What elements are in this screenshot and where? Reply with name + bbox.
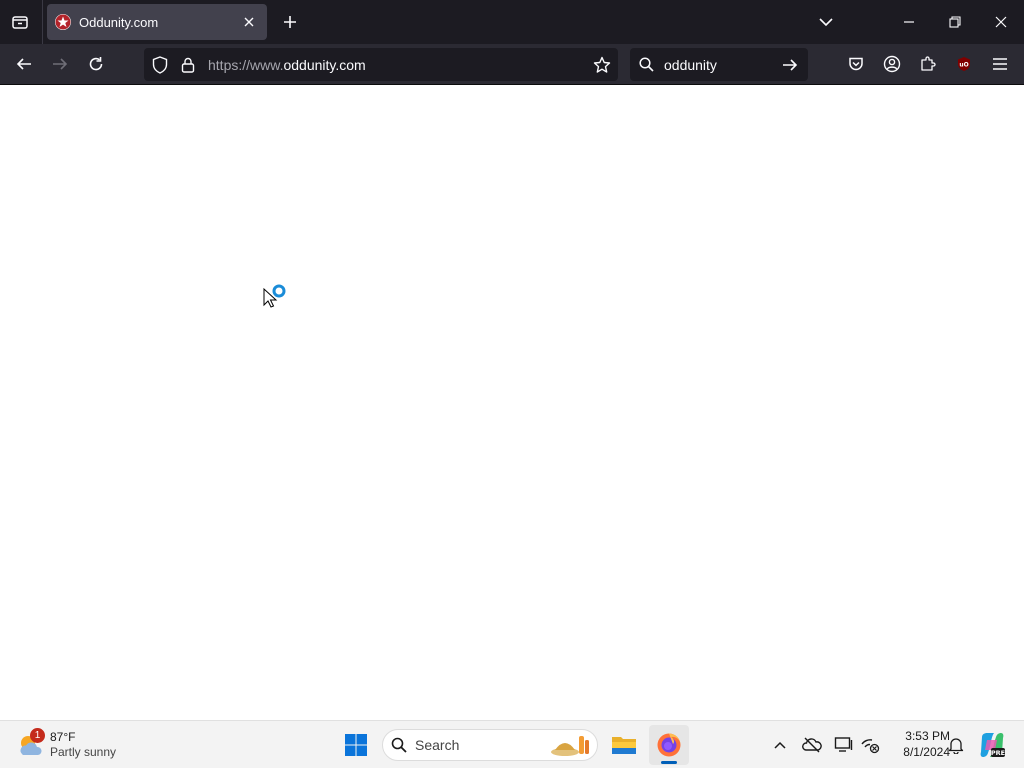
plus-icon (284, 16, 296, 28)
ublock-origin-button[interactable]: uO (948, 48, 980, 80)
url-bar[interactable]: https://www.oddunity.com (144, 48, 618, 81)
search-engine-button[interactable] (632, 48, 660, 81)
weather-description: Partly sunny (50, 745, 117, 759)
windows-start-icon (345, 734, 367, 756)
back-button[interactable] (8, 48, 40, 80)
search-go-button[interactable] (776, 48, 804, 81)
oddunity-favicon-icon (55, 14, 71, 30)
ublock-icon: uO (958, 57, 970, 71)
star-icon (593, 56, 611, 73)
file-explorer-button[interactable] (604, 725, 644, 765)
tab-list-button[interactable] (4, 6, 36, 38)
onedrive-tray-button[interactable] (800, 733, 824, 757)
page-content[interactable] (0, 85, 1024, 720)
search-highlight-icon (551, 736, 589, 756)
cloud-offline-icon (802, 737, 822, 753)
bookmark-star-button[interactable] (588, 48, 616, 81)
menu-icon (993, 58, 1007, 70)
display-tray-button[interactable] (832, 733, 856, 757)
extensions-button[interactable] (912, 48, 944, 80)
search-bar[interactable]: oddunity (630, 48, 808, 81)
forward-arrow-icon (53, 58, 68, 70)
search-icon (391, 737, 407, 753)
restore-icon (949, 16, 961, 28)
start-button[interactable] (336, 725, 376, 765)
shield-icon (152, 55, 168, 74)
account-button[interactable] (876, 48, 908, 80)
minimize-icon (904, 21, 914, 23)
firefox-taskbar-button[interactable] (649, 725, 689, 765)
tracking-protection-button[interactable] (146, 48, 174, 81)
svg-text:PRE: PRE (991, 749, 1005, 757)
close-icon (244, 17, 254, 27)
tab-strip: Oddunity.com (0, 0, 1024, 44)
reload-icon (89, 57, 103, 71)
navigation-toolbar: https://www.oddunity.com oddunity uO (0, 44, 1024, 85)
app-menu-button[interactable] (984, 48, 1016, 80)
tab-title: Oddunity.com (79, 14, 159, 30)
minimize-button[interactable] (886, 0, 932, 44)
taskbar-search[interactable]: Search (382, 729, 598, 761)
firefox-icon (657, 733, 681, 757)
search-icon (638, 57, 654, 72)
partly-sunny-icon: 1 (16, 728, 46, 760)
new-tab-button[interactable] (274, 6, 306, 38)
tab-oddunity[interactable]: Oddunity.com (47, 4, 267, 40)
notifications-button[interactable] (944, 733, 968, 757)
arrow-right-icon (783, 58, 798, 71)
list-all-tabs-button[interactable] (803, 0, 849, 44)
network-tray-button[interactable] (858, 733, 882, 757)
url-domain: oddunity.com (283, 56, 366, 73)
clock-date: 8/1/2024 (903, 745, 950, 759)
svg-text:uO: uO (959, 62, 968, 69)
monitor-icon (834, 737, 853, 752)
weather-widget[interactable]: 1 87°F Partly sunny (16, 727, 116, 763)
file-explorer-icon (612, 737, 636, 754)
url-text[interactable]: https://www.oddunity.com (208, 57, 588, 73)
active-app-indicator (661, 761, 677, 764)
network-disconnected-icon (861, 739, 880, 754)
url-prefix: https://www. (208, 56, 284, 73)
site-info-button[interactable] (174, 48, 202, 81)
reload-button[interactable] (80, 48, 112, 80)
taskbar: 1 87°F Partly sunny Search 3:53 PM 8/1/2… (0, 720, 1024, 768)
tab-list-icon (12, 16, 28, 29)
tab-close-button[interactable] (239, 12, 259, 32)
show-hidden-icons-button[interactable] (768, 733, 792, 757)
busy-cursor-icon (263, 283, 291, 316)
restore-button[interactable] (932, 0, 978, 44)
copilot-icon: PRE (980, 733, 1005, 757)
copilot-button[interactable]: PRE (978, 731, 1006, 759)
pocket-button[interactable] (840, 48, 872, 80)
close-window-button[interactable] (978, 0, 1024, 44)
chevron-down-icon (819, 18, 833, 27)
account-icon (883, 55, 901, 73)
extensions-icon (921, 56, 936, 71)
bell-icon (948, 738, 964, 754)
search-query[interactable]: oddunity (664, 57, 776, 73)
back-arrow-icon (16, 58, 31, 70)
pocket-icon (849, 57, 863, 71)
tab-separator (42, 0, 43, 44)
lock-icon (181, 57, 195, 73)
clock-time: 3:53 PM (905, 729, 950, 743)
forward-button[interactable] (44, 48, 76, 80)
weather-badge: 1 (30, 728, 45, 743)
close-icon (995, 16, 1007, 28)
weather-temp: 87°F (50, 730, 76, 744)
system-clock[interactable]: 3:53 PM 8/1/2024 (884, 728, 950, 760)
chevron-up-icon (774, 741, 786, 749)
taskbar-search-placeholder: Search (415, 737, 460, 753)
